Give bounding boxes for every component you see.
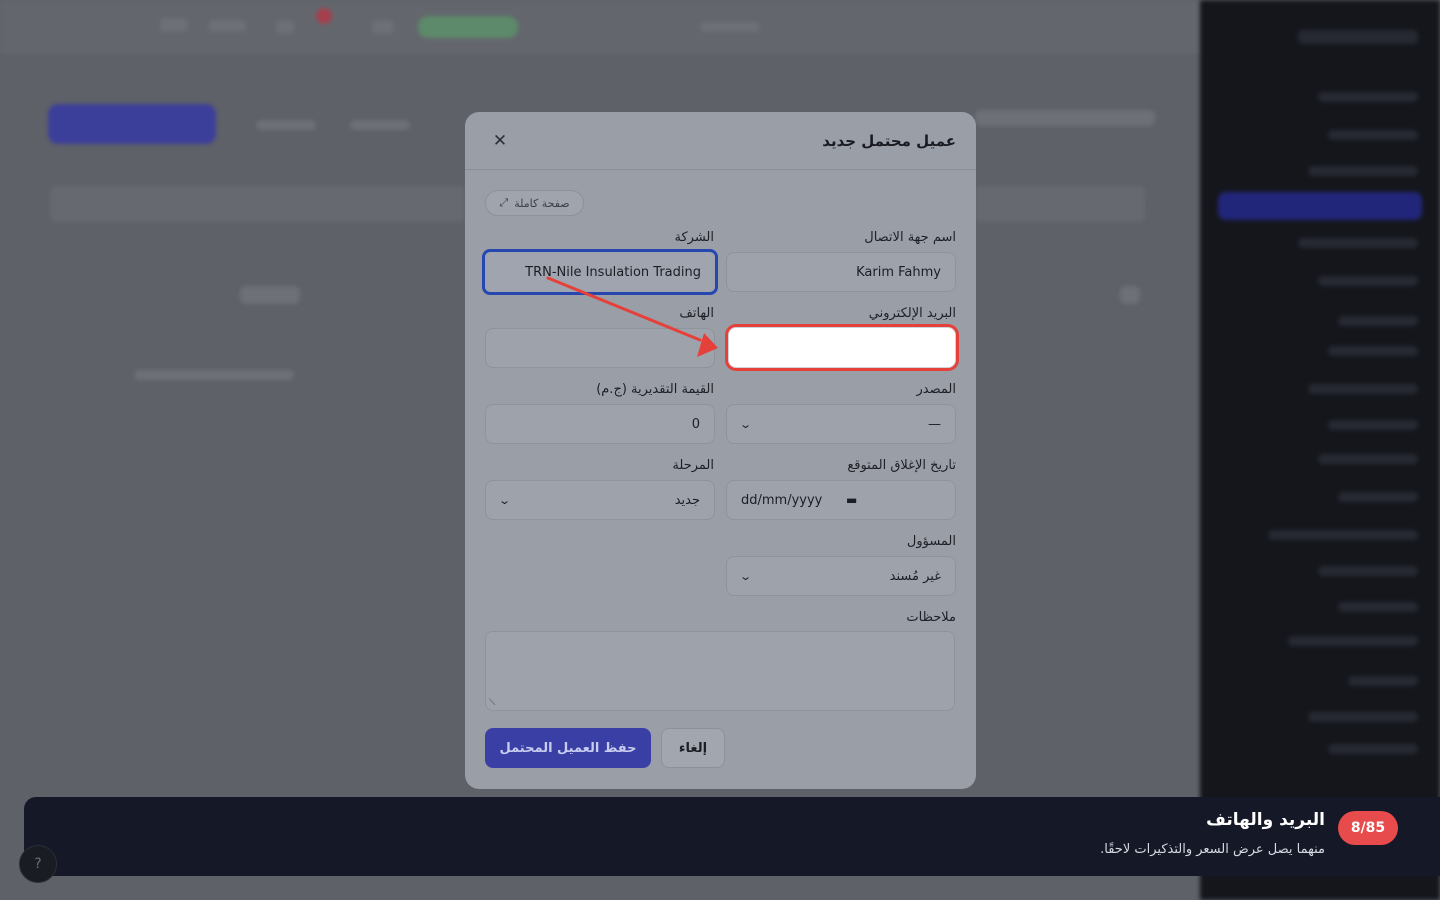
chevron-down-icon: ⌄ [739, 417, 753, 431]
stage-select[interactable]: جديد ⌄ [485, 480, 715, 520]
background-heading [975, 110, 1155, 126]
tutorial-subtitle: منهما يصل عرض السعر والتذكيرات لاحقًا. [1100, 842, 1325, 857]
company-value: TRN-Nile Insulation Trading [525, 264, 701, 280]
background-element [256, 120, 316, 130]
cancel-button[interactable]: إلغاء [661, 728, 725, 768]
contact-name-label: اسم جهة الاتصال [864, 230, 956, 245]
new-lead-modal: عميل محتمل جديد ✕ صفحة كاملة ⤢ اسم جهة ا… [465, 112, 976, 789]
background-status-pill [418, 16, 518, 38]
notes-textarea[interactable]: ⟋ [485, 631, 955, 711]
background-element [208, 20, 246, 32]
modal-header: عميل محتمل جديد ✕ [465, 112, 976, 170]
company-input[interactable]: TRN-Nile Insulation Trading [482, 249, 718, 295]
chevron-down-icon: ⌄ [739, 569, 753, 583]
background-element [160, 18, 188, 32]
email-input[interactable] [728, 327, 956, 368]
background-filter-bar [50, 186, 465, 222]
close-button[interactable]: ✕ [487, 128, 513, 154]
email-label: البريد الإلكتروني [868, 306, 956, 321]
source-label: المصدر [916, 382, 956, 397]
step-counter-badge: 8/85 [1338, 811, 1398, 845]
background-primary-button [48, 104, 216, 144]
fullpage-button[interactable]: صفحة كاملة ⤢ [485, 190, 584, 216]
tutorial-banner: 8/85 البريد والهاتف منهما يصل عرض السعر … [24, 797, 1440, 876]
background-element [350, 120, 410, 130]
date-placeholder: dd/mm/yyyy [741, 492, 823, 508]
expected-close-label: تاريخ الإغلاق المتوقع [847, 458, 956, 473]
phone-label: الهاتف [679, 306, 714, 321]
background-element [240, 286, 300, 304]
chevron-down-icon: ⌄ [498, 493, 512, 507]
tutorial-title: البريد والهاتف [1206, 810, 1325, 830]
expected-close-date-input[interactable]: dd/mm/yyyy ▬ [726, 480, 956, 520]
background-element [700, 22, 760, 32]
background-notification-dot [316, 8, 332, 24]
stage-label: المرحلة [672, 458, 714, 473]
background-element [134, 370, 294, 380]
contact-name-value: Karim Fahmy [856, 264, 941, 280]
owner-select[interactable]: غير مُسند ⌄ [726, 556, 956, 596]
source-value: — [928, 416, 941, 432]
save-lead-button[interactable]: حفظ العميل المحتمل [485, 728, 651, 768]
stage-value: جديد [674, 492, 700, 508]
modal-title: عميل محتمل جديد [822, 131, 956, 150]
notes-label: ملاحظات [906, 610, 956, 625]
estimated-value-label: القيمة التقديرية (ج.م) [596, 382, 714, 397]
contact-name-input[interactable]: Karim Fahmy [726, 252, 956, 292]
help-button[interactable]: ? [19, 845, 57, 883]
company-label: الشركة [674, 230, 714, 245]
phone-input[interactable] [485, 328, 715, 368]
background-element [276, 20, 294, 34]
source-select[interactable]: — ⌄ [726, 404, 956, 444]
estimated-value-value: 0 [691, 416, 700, 432]
background-sidebar [1200, 0, 1440, 900]
help-icon: ? [34, 856, 42, 872]
owner-value: غير مُسند [889, 568, 941, 584]
calendar-icon: ▬ [846, 493, 858, 507]
close-icon: ✕ [492, 130, 508, 151]
fullpage-label: صفحة كاملة [514, 196, 570, 210]
background-search [975, 186, 1145, 222]
resize-handle-icon[interactable]: ⟋ [489, 698, 495, 708]
estimated-value-input[interactable]: 0 [485, 404, 715, 444]
background-element [372, 20, 394, 34]
owner-label: المسؤول [906, 534, 956, 549]
background-element [1120, 286, 1140, 304]
expand-icon: ⤢ [499, 196, 509, 209]
